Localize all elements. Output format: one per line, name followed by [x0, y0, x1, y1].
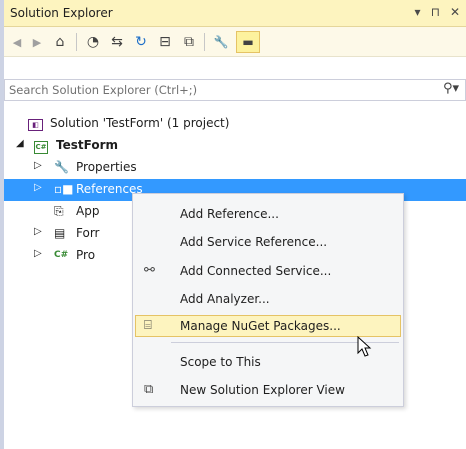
menu-item-manage-nuget-packages[interactable]: ⌸ Manage NuGet Packages... [135, 315, 401, 337]
sync-with-active-document-icon[interactable]: ⇆ [106, 31, 128, 53]
title-bar: Solution Explorer ▾ ⊓ ✕ [4, 0, 466, 27]
project-label: TestForm [56, 138, 118, 152]
app-config-label: App [76, 204, 100, 218]
mouse-pointer-icon [357, 336, 372, 357]
search-box: ⚲▾ [4, 79, 466, 101]
menu-item-label: Add Connected Service... [180, 264, 332, 278]
search-input[interactable] [9, 82, 429, 98]
tree-row-solution[interactable]: ◧ Solution 'TestForm' (1 project) [4, 113, 466, 135]
csharp-project-icon: C# [34, 138, 48, 154]
csharp-file-icon: C# [54, 250, 69, 260]
solution-explorer-panel: Solution Explorer ▾ ⊓ ✕ ◀ ▶ ⌂ ◔ ⇆ ↻ ⊟ ⧉ … [0, 0, 466, 449]
home-icon[interactable]: ⌂ [50, 31, 70, 53]
close-icon[interactable]: ✕ [450, 5, 460, 19]
properties-label: Properties [76, 160, 137, 174]
panel-title: Solution Explorer [10, 6, 113, 20]
search-icon[interactable]: ⚲▾ [443, 81, 459, 96]
expand-arrow-icon[interactable]: ▷ [34, 160, 42, 171]
expand-arrow-icon[interactable]: ▷ [34, 182, 42, 193]
menu-item-label: Add Reference... [180, 207, 279, 221]
nuget-package-icon: ⌸ [144, 318, 152, 333]
auto-hide-pin-icon[interactable]: ⊓ [431, 5, 440, 19]
references-icon: ▫■ [54, 182, 74, 196]
program-label: Pro [76, 248, 96, 262]
tree-row-project[interactable]: ◢ C# TestForm [4, 135, 466, 157]
menu-item-label: Manage NuGet Packages... [180, 319, 341, 333]
config-file-icon: ⎘ [54, 204, 64, 218]
toolbar: ◀ ▶ ⌂ ◔ ⇆ ↻ ⊟ ⧉ 🔧 ▬ [4, 27, 466, 57]
form-label: Forr [76, 226, 100, 240]
menu-item-new-solution-explorer-view[interactable]: ⧉ New Solution Explorer View [135, 379, 401, 401]
forward-icon[interactable]: ▶ [28, 31, 46, 53]
refresh-icon[interactable]: ↻ [130, 31, 152, 53]
menu-item-add-connected-service[interactable]: ⚯ Add Connected Service... [135, 260, 401, 282]
menu-item-label: Add Analyzer... [180, 292, 270, 306]
properties-icon[interactable]: 🔧 [210, 31, 232, 53]
context-menu: Add Reference... Add Service Reference..… [132, 193, 404, 407]
wrench-icon: 🔧 [54, 160, 69, 174]
back-icon[interactable]: ◀ [8, 31, 26, 53]
expand-arrow-icon[interactable]: ▷ [34, 248, 42, 259]
preview-selected-items-icon[interactable]: ▬ [236, 31, 260, 53]
menu-item-add-analyzer[interactable]: Add Analyzer... [135, 288, 401, 310]
title-controls: ▾ ⊓ ✕ [415, 5, 460, 19]
collapse-all-icon[interactable]: ⊟ [154, 31, 176, 53]
toolbar-separator [204, 33, 205, 51]
menu-item-label: New Solution Explorer View [180, 383, 345, 397]
window-position-dropdown-icon[interactable]: ▾ [415, 5, 421, 19]
toolbar-separator [76, 33, 77, 51]
expand-arrow-icon[interactable]: ▷ [34, 226, 42, 237]
collapse-arrow-icon[interactable]: ◢ [16, 138, 24, 149]
menu-item-label: Scope to This [180, 355, 261, 369]
menu-item-label: Add Service Reference... [180, 235, 328, 249]
solution-icon: ◧ [28, 116, 43, 131]
pending-changes-filter-icon[interactable]: ◔ [82, 31, 104, 53]
menu-item-add-reference[interactable]: Add Reference... [135, 203, 401, 225]
menu-item-add-service-reference[interactable]: Add Service Reference... [135, 231, 401, 253]
new-view-icon: ⧉ [144, 382, 154, 397]
solution-label: Solution 'TestForm' (1 project) [50, 116, 230, 130]
connected-service-icon: ⚯ [144, 263, 155, 278]
form-icon: ▤ [54, 226, 66, 240]
show-all-files-icon[interactable]: ⧉ [178, 31, 200, 53]
tree-row-properties[interactable]: ▷ 🔧 Properties [4, 157, 466, 179]
